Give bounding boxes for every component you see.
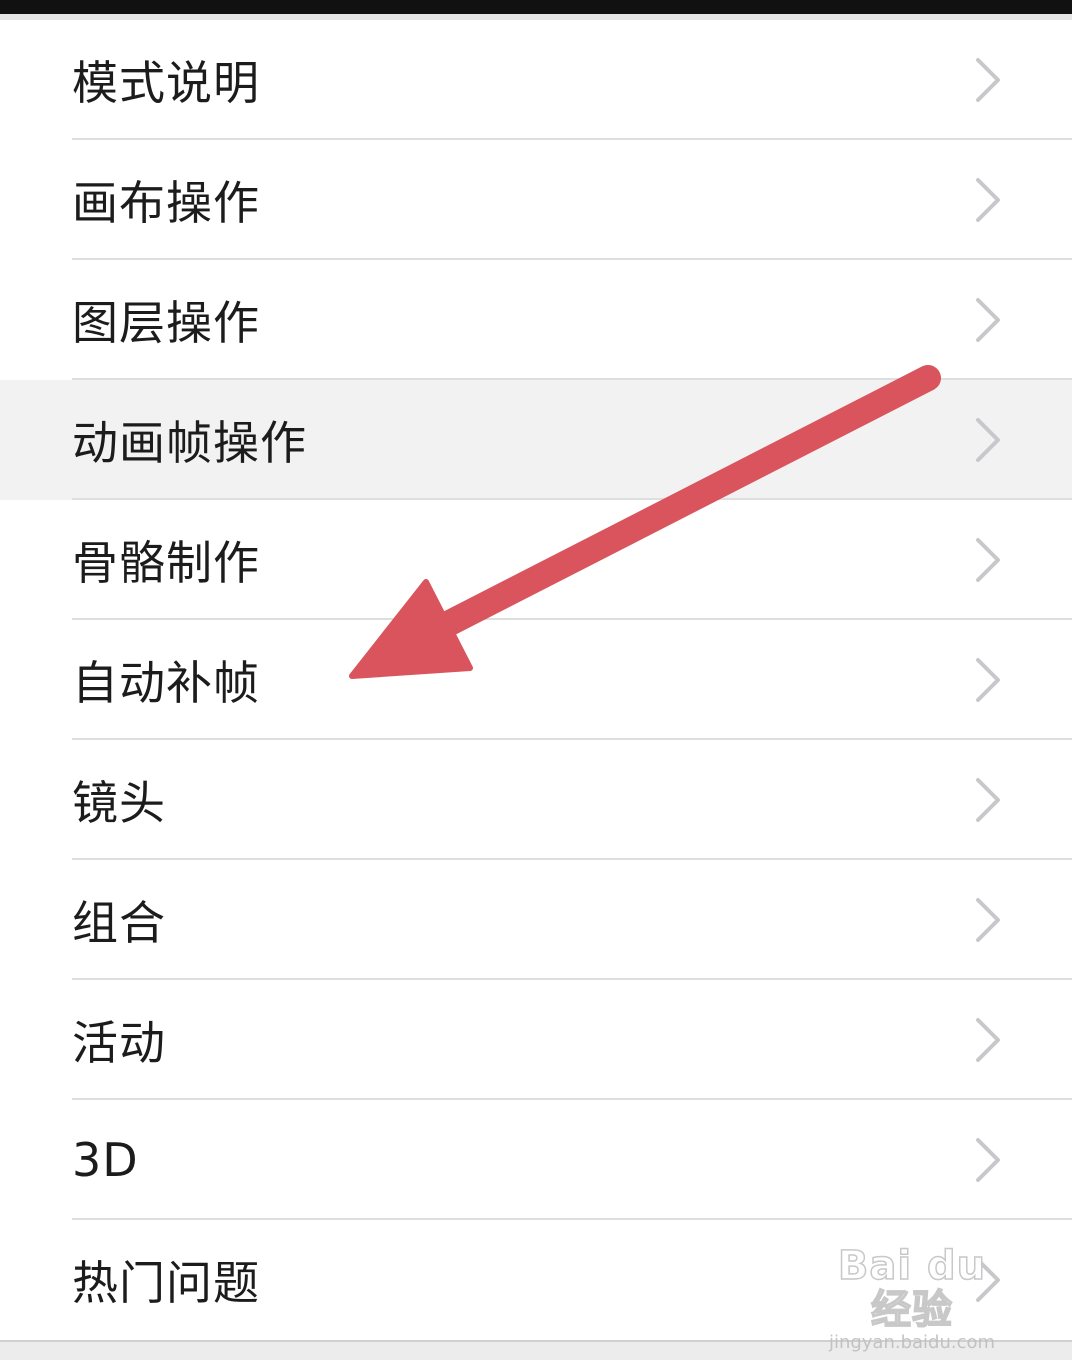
chevron-right-icon	[976, 178, 1000, 222]
menu-item-label: 3D	[72, 1133, 139, 1187]
chevron-right-icon	[976, 1138, 1000, 1182]
chevron-right-icon	[976, 298, 1000, 342]
menu-item-3d[interactable]: 3D	[0, 1100, 1072, 1220]
menu-item-mode-description[interactable]: 模式说明	[0, 20, 1072, 140]
menu-item-skeleton-creation[interactable]: 骨骼制作	[0, 500, 1072, 620]
help-menu-screen: 模式说明 画布操作 图层操作 动画帧操作 骨骼制作 自动补帧 镜头 组合 活动 …	[0, 0, 1072, 1360]
menu-item-label: 活动	[72, 1016, 166, 1070]
menu-item-layer-operations[interactable]: 图层操作	[0, 260, 1072, 380]
chevron-right-icon	[976, 1018, 1000, 1062]
help-topic-list: 模式说明 画布操作 图层操作 动画帧操作 骨骼制作 自动补帧 镜头 组合 活动 …	[0, 20, 1072, 1340]
chevron-right-icon	[976, 538, 1000, 582]
menu-item-label: 热门问题	[72, 1256, 260, 1310]
bottom-edge	[0, 1340, 1072, 1360]
chevron-right-icon	[976, 898, 1000, 942]
chevron-right-icon	[976, 1258, 1000, 1302]
menu-item-activity[interactable]: 活动	[0, 980, 1072, 1100]
menu-item-camera[interactable]: 镜头	[0, 740, 1072, 860]
menu-item-animation-frame-operations[interactable]: 动画帧操作	[0, 380, 1072, 500]
menu-item-auto-tween[interactable]: 自动补帧	[0, 620, 1072, 740]
menu-item-label: 自动补帧	[72, 656, 260, 710]
menu-item-label: 动画帧操作	[72, 416, 307, 470]
menu-item-label: 画布操作	[72, 176, 260, 230]
menu-item-label: 图层操作	[72, 296, 260, 350]
menu-item-label: 模式说明	[72, 56, 260, 110]
menu-item-group[interactable]: 组合	[0, 860, 1072, 980]
top-status-bar	[0, 0, 1072, 14]
chevron-right-icon	[976, 58, 1000, 102]
chevron-right-icon	[976, 418, 1000, 462]
menu-item-label: 镜头	[72, 776, 166, 830]
menu-item-label: 骨骼制作	[72, 536, 260, 590]
menu-item-label: 组合	[72, 896, 166, 950]
chevron-right-icon	[976, 778, 1000, 822]
chevron-right-icon	[976, 658, 1000, 702]
menu-item-faq[interactable]: 热门问题	[0, 1220, 1072, 1340]
menu-item-canvas-operations[interactable]: 画布操作	[0, 140, 1072, 260]
